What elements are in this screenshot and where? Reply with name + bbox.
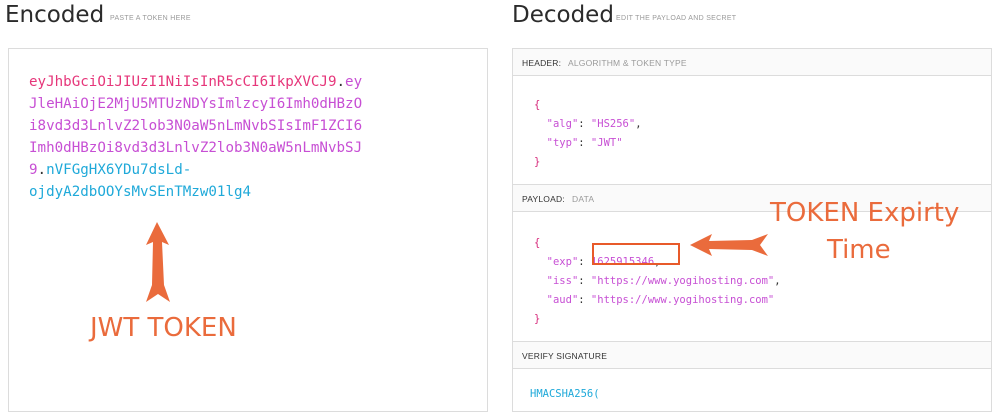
- jwt-arrow-icon: [146, 222, 170, 302]
- annotation-jwt-token: JWT TOKEN: [90, 313, 237, 343]
- annotation-token-expiry: TOKEN Expirty: [770, 198, 960, 228]
- expiry-arrow-icon: [690, 234, 768, 256]
- annotation-time: Time: [827, 235, 891, 265]
